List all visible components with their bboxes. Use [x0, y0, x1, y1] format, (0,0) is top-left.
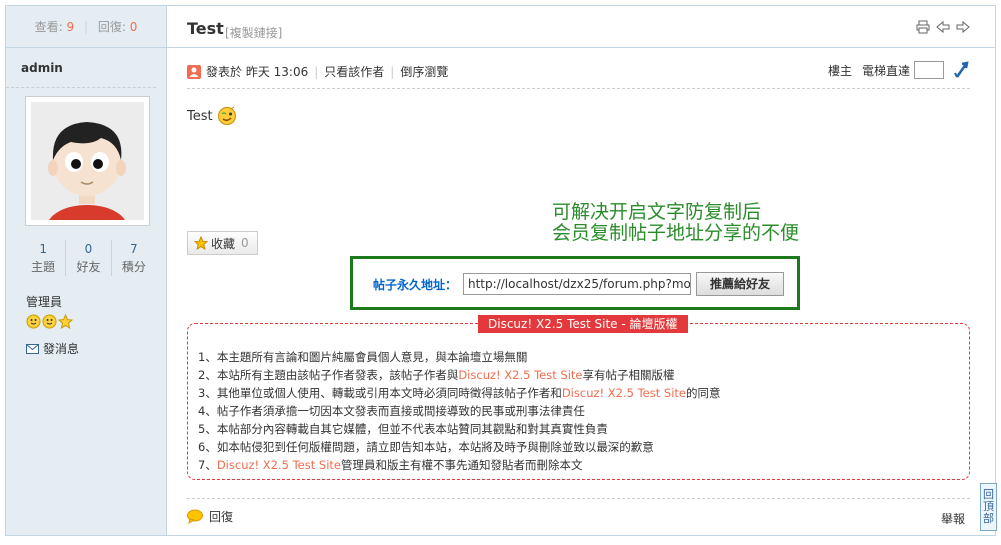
- reverse-order-link[interactable]: 倒序瀏覽: [400, 63, 448, 80]
- permalink-label: 帖子永久地址：: [373, 278, 458, 292]
- jump-go-icon[interactable]: [954, 61, 970, 79]
- copyright-box: Discuz! X2.5 Test Site - 論壇版權 1、本主題所有言論和…: [187, 315, 970, 480]
- author-name[interactable]: admin: [6, 48, 156, 88]
- jump-floor-input[interactable]: [914, 61, 944, 79]
- avatar[interactable]: [25, 96, 150, 226]
- thread-nav-icons: [916, 20, 970, 34]
- copy-link[interactable]: [複製鏈接]: [225, 24, 282, 41]
- author-counts: 1 主題 0 好友 7 積分: [21, 240, 156, 276]
- post-container: 查看: 9 | 回復: 0 admin 1 主題 0 好友 7 積分 管理員 發…: [5, 5, 996, 536]
- send-message-link[interactable]: 發消息: [26, 340, 79, 357]
- views-count: 9: [66, 20, 75, 34]
- permalink-input[interactable]: http://localhost/dzx25/forum.php?mod=: [463, 273, 691, 295]
- smiley-icon: [217, 106, 236, 125]
- list-item: 5、本帖部分內容轉載自其它媒體，但並不代表本站贊同其觀點和對其真實性負責: [198, 422, 608, 436]
- thread-title[interactable]: Test: [187, 19, 224, 38]
- online-user-icon: [187, 64, 201, 79]
- list-item: 1、本主題所有言論和圖片純屬會員個人意見，與本論壇立場無關: [198, 350, 528, 364]
- star-icon: [58, 314, 73, 329]
- annotation-note: 可解决开启文字防复制后 会员复制帖子地址分享的不便: [552, 201, 800, 244]
- sun-icon: [42, 314, 57, 329]
- reply-button[interactable]: 回復: [187, 508, 233, 525]
- list-item: 2、本站所有主題由該帖子作者發表，該帖子作者與Discuz! X2.5 Test…: [198, 368, 675, 382]
- post-info-bar: 發表於 昨天 13:06 | 只看該作者 | 倒序瀏覽 樓主 電梯直達: [187, 61, 970, 89]
- replies-label: 回復:: [97, 20, 126, 34]
- sun-icon: [26, 314, 41, 329]
- jump-label: 電梯直達: [861, 63, 910, 78]
- recommend-button[interactable]: 推薦給好友: [696, 272, 784, 296]
- footer-divider: [187, 498, 970, 499]
- favorite-count: 0: [241, 236, 249, 250]
- post-main: Test [複製鏈接] 發表於 昨天 13:06 | 只看該作者 | 倒序瀏覽 …: [167, 6, 995, 535]
- author-sidebar: 查看: 9 | 回復: 0 admin 1 主題 0 好友 7 積分 管理員 發…: [6, 6, 167, 535]
- user-group[interactable]: 管理員: [26, 293, 62, 310]
- post-time: 發表於 昨天 13:06: [206, 65, 309, 79]
- star-icon: [194, 236, 208, 250]
- copyright-legend: Discuz! X2.5 Test Site - 論壇版權: [478, 315, 688, 333]
- copyright-list: 1、本主題所有言論和圖片純屬會員個人意見，與本論壇立場無關 2、本站所有主題由該…: [198, 348, 721, 474]
- floor-label: 樓主: [827, 63, 852, 78]
- mail-icon: [26, 343, 39, 354]
- favorite-button[interactable]: 收藏 0: [187, 231, 258, 255]
- replies-count: 0: [129, 20, 138, 34]
- count-credits[interactable]: 7 積分: [112, 240, 156, 276]
- views-label: 查看:: [34, 20, 63, 34]
- report-link[interactable]: 舉報: [941, 510, 965, 527]
- rank-stars: [26, 314, 73, 329]
- list-item: 7、Discuz! X2.5 Test Site管理員和版主有權不事先通知發貼者…: [198, 458, 583, 472]
- list-item: 3、其他單位或個人使用、轉載或引用本文時必須同時徵得該帖子作者和Discuz! …: [198, 386, 721, 400]
- thread-stats: 查看: 9 | 回復: 0: [6, 6, 166, 48]
- list-item: 6、如本帖侵犯到任何版權問題，請立即告知本站，本站將及時予與刪除並致以最深的歉意: [198, 440, 654, 454]
- print-icon[interactable]: [916, 20, 930, 34]
- prev-thread-icon[interactable]: [936, 20, 950, 34]
- post-content: Test: [187, 106, 237, 126]
- next-thread-icon[interactable]: [956, 20, 970, 34]
- post-header: Test [複製鏈接]: [167, 6, 995, 48]
- only-author-link[interactable]: 只看該作者: [324, 63, 384, 80]
- reply-bubble-icon: [187, 509, 203, 524]
- list-item: 4、帖子作者須承擔一切因本文發表而直接或間接導致的民事或刑事法律責任: [198, 404, 585, 418]
- count-threads[interactable]: 1 主題: [21, 240, 67, 276]
- share-permalink-box: 帖子永久地址： http://localhost/dzx25/forum.php…: [350, 256, 800, 310]
- count-friends[interactable]: 0 好友: [66, 240, 112, 276]
- back-to-top-button[interactable]: 回頂部: [980, 483, 997, 531]
